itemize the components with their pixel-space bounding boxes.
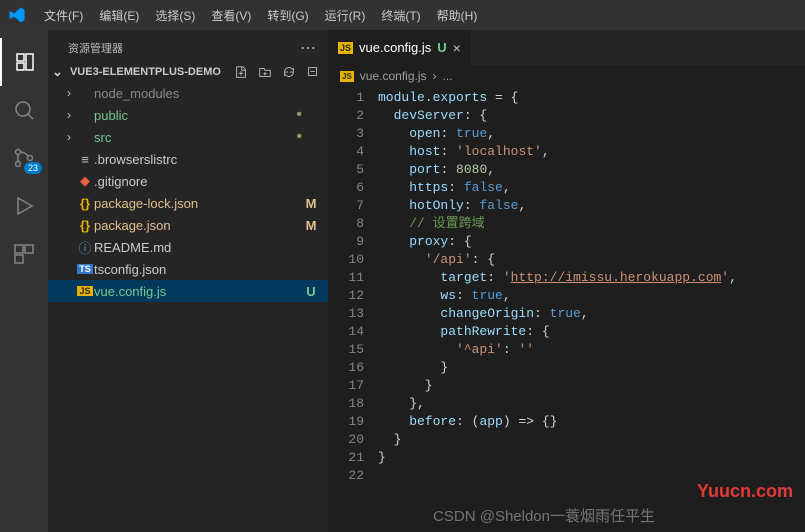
folder-item[interactable]: › src• xyxy=(48,126,328,148)
file-label: public xyxy=(94,108,296,123)
menu-item[interactable]: 文件(F) xyxy=(36,7,91,24)
menu-items: 文件(F)编辑(E)选择(S)查看(V)转到(G)运行(R)终端(T)帮助(H) xyxy=(36,7,485,24)
file-item[interactable]: ◆.gitignore xyxy=(48,170,328,192)
file-icon: ◆ xyxy=(76,173,94,189)
activity-bar: 23 xyxy=(0,30,48,532)
editor-area: JS vue.config.js U × JS vue.config.js › … xyxy=(328,30,805,532)
menu-item[interactable]: 终端(T) xyxy=(373,7,428,24)
vscode-logo-icon xyxy=(8,6,26,24)
tab-status: U xyxy=(437,40,446,55)
new-file-icon[interactable] xyxy=(234,65,248,79)
file-tree: › node_modules › public• › src• ≡.browserslist… xyxy=(48,82,328,532)
tab-vue-config[interactable]: JS vue.config.js U × xyxy=(328,30,472,65)
tab-filename: vue.config.js xyxy=(359,40,431,55)
folder-item[interactable]: › node_modules xyxy=(48,82,328,104)
scm-badge: 23 xyxy=(24,162,42,174)
file-item[interactable]: ≡.browserslistrc xyxy=(48,148,328,170)
git-status: M xyxy=(302,218,320,233)
menu-item[interactable]: 转到(G) xyxy=(259,7,316,24)
search-icon[interactable] xyxy=(0,86,48,134)
folder-item[interactable]: › public• xyxy=(48,104,328,126)
menu-bar: 文件(F)编辑(E)选择(S)查看(V)转到(G)运行(R)终端(T)帮助(H) xyxy=(0,0,805,30)
file-label: node_modules xyxy=(94,86,302,101)
refresh-icon[interactable] xyxy=(282,65,296,79)
chevron-right-icon: › xyxy=(62,130,76,144)
file-icon: ≡ xyxy=(76,152,94,167)
file-label: .gitignore xyxy=(94,174,302,189)
file-icon: TS xyxy=(76,264,94,274)
file-icon: {} xyxy=(76,218,94,233)
file-icon: {} xyxy=(76,196,94,211)
chevron-right-icon: › xyxy=(62,108,76,122)
file-label: tsconfig.json xyxy=(94,262,302,277)
menu-item[interactable]: 运行(R) xyxy=(317,7,374,24)
explorer-icon[interactable] xyxy=(0,38,48,86)
project-header[interactable]: ⌄ VUE3-ELEMENTPLUS-DEMO xyxy=(48,62,328,82)
explorer-sidebar: 资源管理器 ⋯ ⌄ VUE3-ELEMENTPLUS-DEMO › node_mo… xyxy=(48,30,328,532)
project-name: VUE3-ELEMENTPLUS-DEMO xyxy=(70,66,221,78)
editor-tabs: JS vue.config.js U × xyxy=(328,30,805,65)
sidebar-more-icon[interactable]: ⋯ xyxy=(300,38,316,58)
git-dot-icon: • xyxy=(296,107,302,123)
git-dot-icon: • xyxy=(296,129,302,145)
file-label: .browserslistrc xyxy=(94,152,302,167)
file-item[interactable]: {}package.jsonM xyxy=(48,214,328,236)
chevron-down-icon: ⌄ xyxy=(52,64,63,80)
file-icon: ⓘ xyxy=(76,238,94,257)
file-icon: JS xyxy=(76,286,94,296)
line-gutter: 12345678910111213141516171819202122 xyxy=(328,87,378,532)
menu-item[interactable]: 帮助(H) xyxy=(429,7,486,24)
chevron-right-icon: › xyxy=(62,86,76,100)
close-icon[interactable]: × xyxy=(453,40,461,56)
js-icon: JS xyxy=(338,42,353,54)
file-label: package.json xyxy=(94,218,302,233)
menu-item[interactable]: 编辑(E) xyxy=(91,7,147,24)
new-folder-icon[interactable] xyxy=(258,65,272,79)
file-item[interactable]: ⓘREADME.md xyxy=(48,236,328,258)
file-item[interactable]: {}package-lock.jsonM xyxy=(48,192,328,214)
file-label: vue.config.js xyxy=(94,284,302,299)
js-icon: JS xyxy=(340,71,354,82)
file-label: README.md xyxy=(94,240,302,255)
file-label: package-lock.json xyxy=(94,196,302,211)
git-status: M xyxy=(302,196,320,211)
file-item[interactable]: TStsconfig.json xyxy=(48,258,328,280)
sidebar-title: 资源管理器 xyxy=(68,40,123,56)
file-item[interactable]: JSvue.config.jsU xyxy=(48,280,328,302)
breadcrumb[interactable]: JS vue.config.js › ... xyxy=(328,65,805,87)
file-label: src xyxy=(94,130,296,145)
source-control-icon[interactable]: 23 xyxy=(0,134,48,182)
menu-item[interactable]: 选择(S) xyxy=(147,7,203,24)
git-status: U xyxy=(302,284,320,299)
code-editor[interactable]: 12345678910111213141516171819202122 modu… xyxy=(328,87,805,532)
code-lines[interactable]: module.exports = { devServer: { open: tr… xyxy=(378,87,805,532)
collapse-all-icon[interactable] xyxy=(306,65,320,79)
menu-item[interactable]: 查看(V) xyxy=(203,7,259,24)
run-debug-icon[interactable] xyxy=(0,182,48,230)
extensions-icon[interactable] xyxy=(0,230,48,278)
